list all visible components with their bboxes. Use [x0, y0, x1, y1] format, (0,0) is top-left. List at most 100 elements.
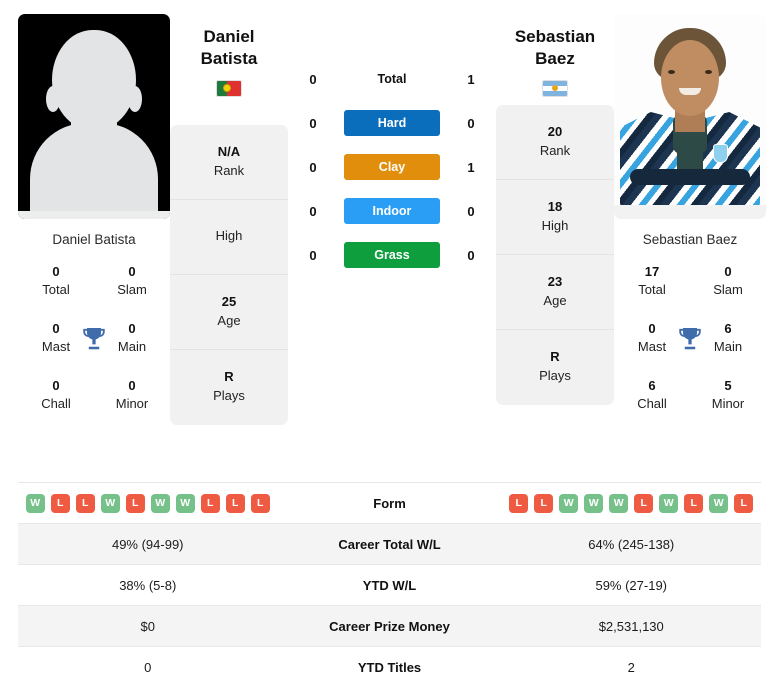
form-badge-l: L [509, 493, 529, 513]
right-prize-money: $2,531,130 [598, 618, 664, 634]
left-h2h-total: 0 [309, 71, 317, 87]
form-badge-w: W [659, 493, 679, 513]
right-titles-grid: 17 Total 0 Slam 0 Mast 6 Main 6 Chall 5 … [614, 263, 766, 412]
right-form-badges: LLWWWLWLWL [502, 493, 762, 513]
right-info-column: Sebastian Baez 20 Rank 18 High 23 Age R … [496, 14, 614, 405]
form-badge-l: L [734, 493, 754, 513]
left-plays-row: R Plays [213, 369, 245, 403]
right-plays-row: R Plays [539, 349, 571, 383]
flag-portugal-icon [216, 79, 242, 97]
form-badge-w: W [559, 493, 579, 513]
left-ytd-titles: 0 [144, 660, 152, 675]
form-badge-l: L [634, 493, 654, 513]
right-ytd-wl: 59% (27-19) [595, 577, 668, 593]
comparison-stats-table: WLLWLWWLLL Form LLWWWLWLWL 49% (94-99) C… [18, 482, 761, 688]
form-badge-w: W [175, 493, 195, 513]
right-h2h-hard: 0 [467, 115, 475, 131]
left-ytd-wl: 38% (5-8) [119, 577, 177, 593]
surface-row-hard: 0 Hard 0 [300, 110, 484, 136]
trophy-icon [679, 327, 701, 349]
surface-label-indoor: Indoor [344, 198, 440, 224]
right-rank-row: 20 Rank [496, 105, 614, 180]
surface-label-hard: Hard [344, 110, 440, 136]
table-row: $0 Career Prize Money $2,531,130 [18, 606, 761, 647]
right-h2h-indoor: 0 [467, 203, 475, 219]
left-age-row: 25 Age [170, 275, 288, 350]
form-badge-l: L [225, 493, 245, 513]
left-h2h-clay: 0 [309, 159, 317, 175]
left-h2h-grass: 0 [309, 247, 317, 263]
left-h2h-indoor: 0 [309, 203, 317, 219]
form-badge-w: W [25, 493, 45, 513]
left-player-info-card: N/A Rank High 25 Age R Plays [170, 124, 288, 425]
left-h2h-hard: 0 [309, 115, 317, 131]
surface-row-total: 0 Total 1 [300, 66, 484, 92]
surface-label-clay: Clay [344, 154, 440, 180]
left-prize-money: $0 [140, 618, 155, 634]
right-player-caption: Sebastian Baez [642, 232, 738, 247]
left-form-badges: WLLWLWWLLL [18, 493, 278, 513]
left-player-name[interactable]: Daniel Batista [170, 14, 288, 97]
row-label-career-wl: Career Total W/L [338, 536, 441, 552]
form-badge-l: L [75, 493, 95, 513]
form-badge-l: L [684, 493, 704, 513]
left-high-row: High [170, 200, 288, 275]
player-comparison-page: Daniel Batista 0 Total 0 Slam 0 Mast 0 M… [0, 0, 779, 699]
form-badge-l: L [200, 493, 220, 513]
right-high-row: 18 High [496, 180, 614, 255]
form-label: Form [373, 495, 406, 511]
left-titles-grid: 0 Total 0 Slam 0 Mast 0 Main 0 Chall 0 M… [18, 263, 170, 412]
left-titles-slam: 0 Slam [117, 264, 147, 297]
form-badge-w: W [584, 493, 604, 513]
table-row: 0 YTD Titles 2 [18, 647, 761, 688]
left-info-column: Daniel Batista N/A Rank High 25 Age R Pl… [170, 14, 288, 425]
row-label-prize-money: Career Prize Money [329, 618, 450, 634]
right-h2h-total: 1 [467, 71, 475, 87]
left-player-photo[interactable] [18, 14, 170, 219]
left-player-column: Daniel Batista 0 Total 0 Slam 0 Mast 0 M… [18, 14, 170, 412]
form-badge-l: L [125, 493, 145, 513]
trophy-icon [83, 327, 105, 349]
table-row: 38% (5-8) YTD W/L 59% (27-19) [18, 565, 761, 606]
form-badge-l: L [250, 493, 270, 513]
flag-argentina-icon [542, 79, 568, 97]
form-badge-l: L [50, 493, 70, 513]
right-form-cell: LLWWWLWLWL [502, 493, 762, 513]
right-age-row: 23 Age [496, 255, 614, 330]
surface-row-clay: 0 Clay 1 [300, 154, 484, 180]
form-badge-w: W [709, 493, 729, 513]
right-player-info-card: 20 Rank 18 High 23 Age R Plays [496, 104, 614, 405]
form-badge-w: W [609, 493, 629, 513]
form-badge-l: L [534, 493, 554, 513]
right-ytd-titles: 2 [627, 660, 635, 675]
surface-label-grass: Grass [344, 242, 440, 268]
right-titles-minor: 5 Minor [711, 378, 745, 411]
right-titles-chall: 6 Chall [637, 378, 667, 411]
table-row-form: WLLWLWWLLL Form LLWWWLWLWL [18, 483, 761, 524]
row-label-ytd-wl: YTD W/L [362, 577, 417, 593]
left-titles-chall: 0 Chall [41, 378, 71, 411]
left-player-caption: Daniel Batista [52, 232, 136, 247]
left-form-cell: WLLWLWWLLL [18, 493, 278, 513]
surface-label-total: Total [377, 72, 407, 86]
left-titles-total: 0 Total [42, 264, 70, 297]
right-player-column: Sebastian Baez 17 Total 0 Slam 0 Mast 6 … [614, 14, 766, 412]
surface-row-grass: 0 Grass 0 [300, 242, 484, 268]
right-player-photo[interactable] [614, 14, 766, 219]
right-titles-total: 17 Total [638, 264, 666, 297]
left-rank-row: N/A Rank [170, 125, 288, 200]
row-label-ytd-titles: YTD Titles [357, 660, 422, 675]
table-row: 49% (94-99) Career Total W/L 64% (245-13… [18, 524, 761, 565]
form-badge-w: W [100, 493, 120, 513]
surface-h2h-column: 0 Total 1 0 Hard 0 0 Clay 1 0 Indoor 0 0 [288, 14, 496, 268]
right-titles-slam: 0 Slam [713, 264, 743, 297]
person-placeholder-icon [18, 14, 170, 219]
comparison-header: Daniel Batista 0 Total 0 Slam 0 Mast 0 M… [0, 0, 779, 470]
right-h2h-grass: 0 [467, 247, 475, 263]
surface-row-indoor: 0 Indoor 0 [300, 198, 484, 224]
left-career-wl: 49% (94-99) [111, 536, 184, 552]
left-titles-minor: 0 Minor [115, 378, 149, 411]
right-player-name[interactable]: Sebastian Baez [496, 14, 614, 97]
right-h2h-clay: 1 [467, 159, 475, 175]
form-badge-w: W [150, 493, 170, 513]
